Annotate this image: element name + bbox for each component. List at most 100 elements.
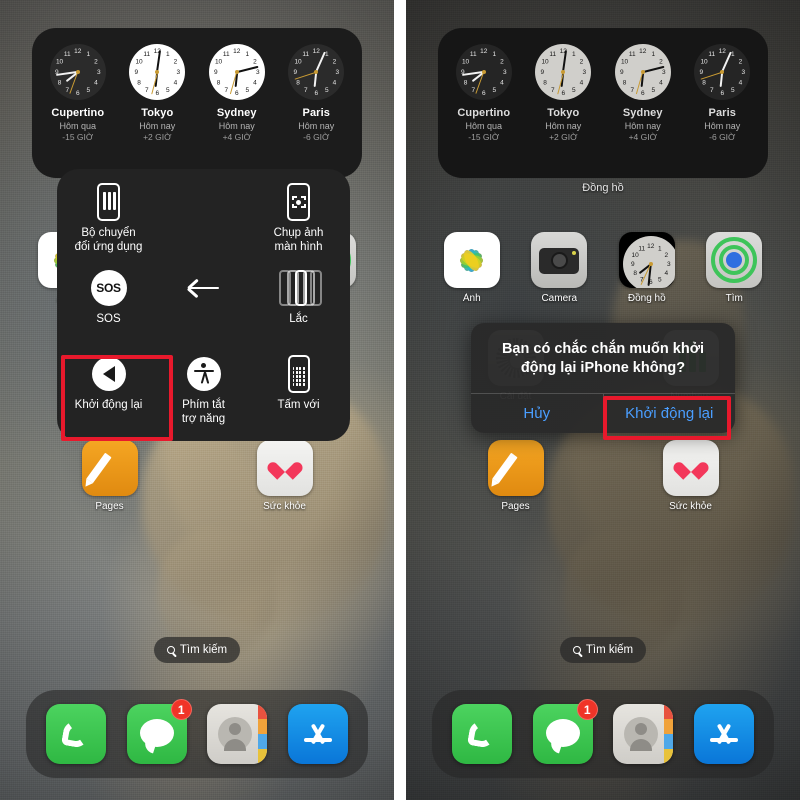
clock-center-pin: [481, 70, 486, 74]
clock-face: 12 1 2 3 4 5 6 7 8 9 10 11: [129, 44, 186, 100]
clock-center-pin: [720, 70, 725, 74]
clock-tick: 2: [332, 58, 337, 65]
appstore-icon: [693, 704, 754, 764]
app-icon-photos[interactable]: Ảnh: [434, 232, 510, 304]
contacts-icon: [207, 704, 268, 764]
clock-tick: 9: [213, 68, 218, 76]
dock-item-contacts[interactable]: [207, 704, 268, 764]
app-icon-findmy[interactable]: Tìm: [696, 232, 772, 304]
clock-face: 12 1 2 3 4 5 6 7 8 9 10 11: [535, 44, 592, 100]
search-label: Tìm kiếm: [179, 644, 228, 656]
at-item-sos[interactable]: SOS SOS: [61, 263, 156, 349]
dialog-message: Bạn có chắc chắn muốn khởi động lại iPho…: [501, 341, 705, 376]
clock-tick: 10: [135, 58, 143, 65]
app-icon-health[interactable]: Sức khỏe: [653, 440, 729, 512]
widget-label: Đồng hồ: [582, 182, 624, 194]
clock-tick: 8: [57, 79, 62, 86]
clock-tick: 2: [253, 58, 257, 65]
back-arrow-icon: [185, 269, 223, 307]
world-clock-widget[interactable]: 12 1 2 3 4 5 6 7 8 9 10 11 Cupertino Hôm qua -15 GIỜ 12…: [438, 28, 768, 178]
clock-tick: 2: [659, 58, 663, 65]
pages-icon: [487, 440, 544, 496]
clock-center-pin: [640, 70, 645, 74]
clock-tick: 10: [294, 58, 302, 65]
dock-item-phone[interactable]: [46, 704, 107, 764]
dock-item-appstore[interactable]: [693, 704, 754, 764]
dock-item-messages[interactable]: 1: [532, 699, 598, 764]
cancel-button[interactable]: Hủy: [471, 394, 603, 433]
clock-cell: 12 1 2 3 4 5 6 7 8 9 10 11 Tokyo Hôm nay +2 GIỜ: [524, 44, 602, 142]
clock-day: Hôm nay: [218, 121, 255, 131]
panel-divider: [394, 0, 406, 800]
clock-cell: 12 1 2 3 4 5 6 7 8 9 10 11 Sydney Hôm nay +4 GIỜ: [604, 44, 682, 142]
dock-item-appstore[interactable]: [287, 704, 348, 764]
clock-cell: 12 1 2 3 4 5 6 7 8 9 10 11 Paris Hôm nay -6 GIỜ: [683, 44, 761, 142]
clock-cell: 12 1 2 3 4 5 6 7 8 9 10 11 Cupertino Hôm qua -15 GIỜ: [39, 44, 117, 142]
clock-tick: 11: [222, 50, 230, 58]
clock-tick: 9: [293, 68, 298, 76]
clock-tick: 11: [302, 50, 310, 58]
clock-tick: 7: [303, 86, 308, 94]
dock-item-messages[interactable]: 1: [126, 699, 192, 764]
world-clock-widget[interactable]: 12 1 2 3 4 5 6 7 8 9 10 11 Cupertino Hôm qua -15 GIỜ 12…: [32, 28, 362, 178]
clock-off: +2 GIỜ: [549, 132, 578, 142]
clock-tick: 11: [63, 50, 71, 58]
at-item-shake[interactable]: Lắc: [251, 263, 346, 349]
clock-off: -6 GIỜ: [303, 132, 330, 142]
app-label: Pages: [501, 501, 530, 512]
accessibility-icon: [185, 355, 223, 393]
clock-tick: 9: [699, 68, 704, 76]
clock-face: 12 1 2 3 4 5 6 7 8 9 10 11: [288, 44, 345, 100]
clock-tick: 2: [173, 58, 178, 65]
at-item-empty: [156, 177, 251, 263]
clock-city: Sydney: [216, 107, 257, 119]
clock-tick: 2: [738, 58, 743, 65]
clock-city: Paris: [302, 107, 330, 119]
at-item-label: Phím tắt trợ năng: [181, 399, 226, 425]
app-icon-pages[interactable]: Pages: [478, 440, 554, 512]
app-label: Sức khỏe: [263, 501, 306, 512]
search-pill-left[interactable]: Tìm kiếm: [154, 637, 240, 663]
clock-face: 12 1 2 3 4 5 6 7 8 9 10 11: [208, 44, 265, 100]
search-pill-right[interactable]: Tìm kiếm: [560, 637, 646, 663]
at-item-screenshot[interactable]: Chụp ảnh màn hình: [251, 177, 346, 263]
at-item-label: SOS: [96, 313, 121, 325]
clock-center-pin: [155, 70, 160, 74]
dock-item-contacts[interactable]: [613, 704, 674, 764]
at-item-label: Lắc: [289, 313, 308, 325]
notification-badge: 1: [170, 699, 192, 720]
clock-off: +4 GIỜ: [628, 132, 657, 142]
clock-tick: 10: [55, 58, 64, 65]
clock-day: Hôm nay: [704, 121, 741, 131]
dock-item-phone[interactable]: [452, 704, 513, 764]
clock-tick: 8: [463, 79, 468, 86]
app-icon-camera[interactable]: Camera: [521, 232, 597, 304]
phone-screen-right: 12 1 2 3 4 5 6 7 8 9 10 11 Cupertino Hôm qua -15 GIỜ 12…: [406, 0, 800, 800]
clock-center-pin: [75, 70, 80, 74]
clock-city: Paris: [708, 107, 736, 119]
clock-tick: 10: [620, 58, 629, 65]
clock-off: -15 GIỜ: [62, 132, 94, 142]
clock-tick: 3: [335, 68, 340, 76]
app-label: Ảnh: [462, 293, 481, 304]
app-icon-clock[interactable]: 121234567891011 Đồng hồ: [609, 232, 685, 304]
app-label: Tìm: [725, 293, 743, 304]
clock-tick: 10: [214, 58, 223, 65]
clock-face: 12 1 2 3 4 5 6 7 8 9 10 11: [614, 44, 671, 100]
at-item-app-switcher[interactable]: Bộ chuyển đổi ứng dụng: [61, 177, 156, 263]
app-label: Đồng hồ: [627, 293, 666, 304]
clock-city: Tokyo: [547, 107, 580, 119]
dock-left: 1: [26, 690, 368, 778]
app-icon-health[interactable]: Sức khỏe: [247, 440, 323, 512]
at-item-back-arrow[interactable]: [156, 263, 251, 349]
app-icon-pages[interactable]: Pages: [72, 440, 148, 512]
dock-right: 1: [432, 690, 774, 778]
at-item-reachability[interactable]: Tấm với: [251, 349, 346, 435]
clock-tick: 8: [543, 79, 547, 86]
confirm-highlight-box: [603, 396, 731, 440]
phone-icon: [46, 704, 107, 764]
photos-icon: [443, 232, 500, 288]
clock-city: Tokyo: [141, 107, 174, 119]
clock-tick: 11: [628, 50, 636, 58]
app-row-3: Pages Sức khỏe: [428, 440, 778, 512]
